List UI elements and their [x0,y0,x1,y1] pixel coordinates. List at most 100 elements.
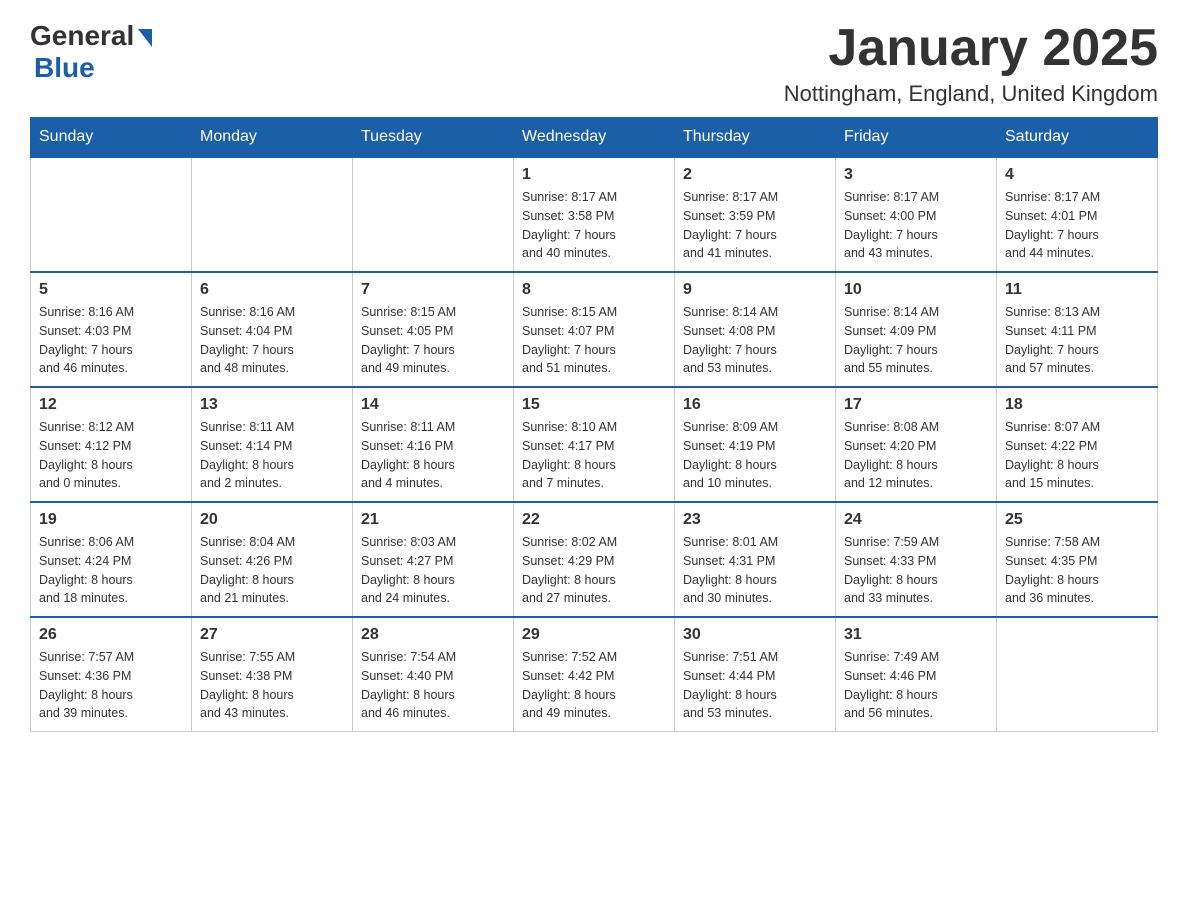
calendar-table: SundayMondayTuesdayWednesdayThursdayFrid… [30,117,1158,732]
day-info: Sunrise: 8:11 AM Sunset: 4:16 PM Dayligh… [361,418,505,493]
day-cell: 8Sunrise: 8:15 AM Sunset: 4:07 PM Daylig… [514,272,675,387]
day-cell: 17 Sunrise: 8:08 AM Sunset: 4:20 PM Dayli… [836,387,997,502]
day-number: 29 [522,626,666,644]
day-info: Sunrise: 8:12 AM Sunset: 4:12 PM Dayligh… [39,418,183,493]
day-number: 27 [200,626,344,644]
day-info: Sunrise: 8:09 AM Sunset: 4:19 PM Dayligh… [683,418,827,493]
day-info: Sunrise: 8:07 AM Sunset: 4:22 PM Dayligh… [1005,418,1149,493]
day-number: 22 [522,511,666,529]
day-info: Sunrise: 8:14 AM Sunset: 4:08 PM Dayligh… [683,303,827,378]
day-cell: 31 Sunrise: 7:49 AM Sunset: 4:46 PM Dayli… [836,617,997,732]
day-number: 15 [522,396,666,414]
day-number: 5 [39,281,183,299]
day-info: Sunrise: 8:10 AM Sunset: 4:17 PM Dayligh… [522,418,666,493]
day-number: 7 [361,281,505,299]
day-cell: 1Sunrise: 8:17 AM Sunset: 3:58 PM Daylig… [514,157,675,272]
day-cell [997,617,1158,732]
day-info: Sunrise: 8:13 AM Sunset: 4:11 PM Dayligh… [1005,303,1149,378]
day-number: 23 [683,511,827,529]
day-number: 4 [1005,166,1149,184]
day-number: 9 [683,281,827,299]
week-row-3: 12 Sunrise: 8:12 AM Sunset: 4:12 PM Dayli… [31,387,1158,502]
day-cell: 10 Sunrise: 8:14 AM Sunset: 4:09 PM Dayli… [836,272,997,387]
day-cell: 26 Sunrise: 7:57 AM Sunset: 4:36 PM Dayli… [31,617,192,732]
day-cell: 9 Sunrise: 8:14 AM Sunset: 4:08 PM Daylig… [675,272,836,387]
day-cell: 2Sunrise: 8:17 AM Sunset: 3:59 PM Daylig… [675,157,836,272]
day-info: Sunrise: 8:11 AM Sunset: 4:14 PM Dayligh… [200,418,344,493]
day-number: 14 [361,396,505,414]
day-cell: 25 Sunrise: 7:58 AM Sunset: 4:35 PM Dayli… [997,502,1158,617]
day-number: 21 [361,511,505,529]
day-info: Sunrise: 8:08 AM Sunset: 4:20 PM Dayligh… [844,418,988,493]
day-info: Sunrise: 8:01 AM Sunset: 4:31 PM Dayligh… [683,533,827,608]
day-info: Sunrise: 8:04 AM Sunset: 4:26 PM Dayligh… [200,533,344,608]
day-number: 24 [844,511,988,529]
day-number: 31 [844,626,988,644]
day-cell: 28Sunrise: 7:54 AM Sunset: 4:40 PM Dayli… [353,617,514,732]
day-number: 16 [683,396,827,414]
week-row-4: 19 Sunrise: 8:06 AM Sunset: 4:24 PM Dayli… [31,502,1158,617]
header-wednesday: Wednesday [514,118,675,158]
day-info: Sunrise: 7:55 AM Sunset: 4:38 PM Dayligh… [200,648,344,723]
day-number: 13 [200,396,344,414]
day-info: Sunrise: 7:59 AM Sunset: 4:33 PM Dayligh… [844,533,988,608]
day-cell: 4 Sunrise: 8:17 AM Sunset: 4:01 PM Daylig… [997,157,1158,272]
day-cell: 30Sunrise: 7:51 AM Sunset: 4:44 PM Dayli… [675,617,836,732]
day-number: 17 [844,396,988,414]
day-info: Sunrise: 8:02 AM Sunset: 4:29 PM Dayligh… [522,533,666,608]
day-cell [192,157,353,272]
day-info: Sunrise: 7:52 AM Sunset: 4:42 PM Dayligh… [522,648,666,723]
day-info: Sunrise: 7:49 AM Sunset: 4:46 PM Dayligh… [844,648,988,723]
header-thursday: Thursday [675,118,836,158]
day-cell: 5Sunrise: 8:16 AM Sunset: 4:03 PM Daylig… [31,272,192,387]
header-saturday: Saturday [997,118,1158,158]
day-info: Sunrise: 7:51 AM Sunset: 4:44 PM Dayligh… [683,648,827,723]
day-number: 20 [200,511,344,529]
day-info: Sunrise: 8:06 AM Sunset: 4:24 PM Dayligh… [39,533,183,608]
day-number: 6 [200,281,344,299]
day-number: 25 [1005,511,1149,529]
day-cell: 16 Sunrise: 8:09 AM Sunset: 4:19 PM Dayli… [675,387,836,502]
day-cell: 20 Sunrise: 8:04 AM Sunset: 4:26 PM Dayli… [192,502,353,617]
day-number: 11 [1005,281,1149,299]
day-info: Sunrise: 8:17 AM Sunset: 4:00 PM Dayligh… [844,188,988,263]
day-cell [31,157,192,272]
day-number: 18 [1005,396,1149,414]
day-cell: 27 Sunrise: 7:55 AM Sunset: 4:38 PM Dayli… [192,617,353,732]
week-row-2: 5Sunrise: 8:16 AM Sunset: 4:03 PM Daylig… [31,272,1158,387]
logo-arrow-icon [138,29,152,47]
day-number: 10 [844,281,988,299]
day-cell: 23 Sunrise: 8:01 AM Sunset: 4:31 PM Dayli… [675,502,836,617]
day-info: Sunrise: 8:15 AM Sunset: 4:05 PM Dayligh… [361,303,505,378]
day-cell: 29 Sunrise: 7:52 AM Sunset: 4:42 PM Dayli… [514,617,675,732]
logo-blue-text: Blue [34,52,95,84]
day-cell: 11 Sunrise: 8:13 AM Sunset: 4:11 PM Dayli… [997,272,1158,387]
day-cell: 19 Sunrise: 8:06 AM Sunset: 4:24 PM Dayli… [31,502,192,617]
location-text: Nottingham, England, United Kingdom [784,81,1158,107]
day-info: Sunrise: 8:14 AM Sunset: 4:09 PM Dayligh… [844,303,988,378]
day-info: Sunrise: 7:58 AM Sunset: 4:35 PM Dayligh… [1005,533,1149,608]
logo: General Blue [30,20,152,84]
day-cell: 15 Sunrise: 8:10 AM Sunset: 4:17 PM Dayli… [514,387,675,502]
day-info: Sunrise: 8:16 AM Sunset: 4:04 PM Dayligh… [200,303,344,378]
day-cell: 7 Sunrise: 8:15 AM Sunset: 4:05 PM Daylig… [353,272,514,387]
day-cell: 24 Sunrise: 7:59 AM Sunset: 4:33 PM Dayli… [836,502,997,617]
header-monday: Monday [192,118,353,158]
day-cell: 6 Sunrise: 8:16 AM Sunset: 4:04 PM Daylig… [192,272,353,387]
day-cell: 14 Sunrise: 8:11 AM Sunset: 4:16 PM Dayli… [353,387,514,502]
header-sunday: Sunday [31,118,192,158]
day-number: 28 [361,626,505,644]
month-title: January 2025 [784,20,1158,77]
day-cell: 22 Sunrise: 8:02 AM Sunset: 4:29 PM Dayli… [514,502,675,617]
logo-general-text: General [30,20,134,52]
day-number: 26 [39,626,183,644]
day-info: Sunrise: 8:17 AM Sunset: 4:01 PM Dayligh… [1005,188,1149,263]
day-number: 3 [844,166,988,184]
day-cell: 3 Sunrise: 8:17 AM Sunset: 4:00 PM Daylig… [836,157,997,272]
calendar-header-row: SundayMondayTuesdayWednesdayThursdayFrid… [31,118,1158,158]
day-number: 19 [39,511,183,529]
day-number: 12 [39,396,183,414]
page-header: General Blue January 2025 Nottingham, En… [30,20,1158,107]
day-info: Sunrise: 7:57 AM Sunset: 4:36 PM Dayligh… [39,648,183,723]
day-info: Sunrise: 8:03 AM Sunset: 4:27 PM Dayligh… [361,533,505,608]
